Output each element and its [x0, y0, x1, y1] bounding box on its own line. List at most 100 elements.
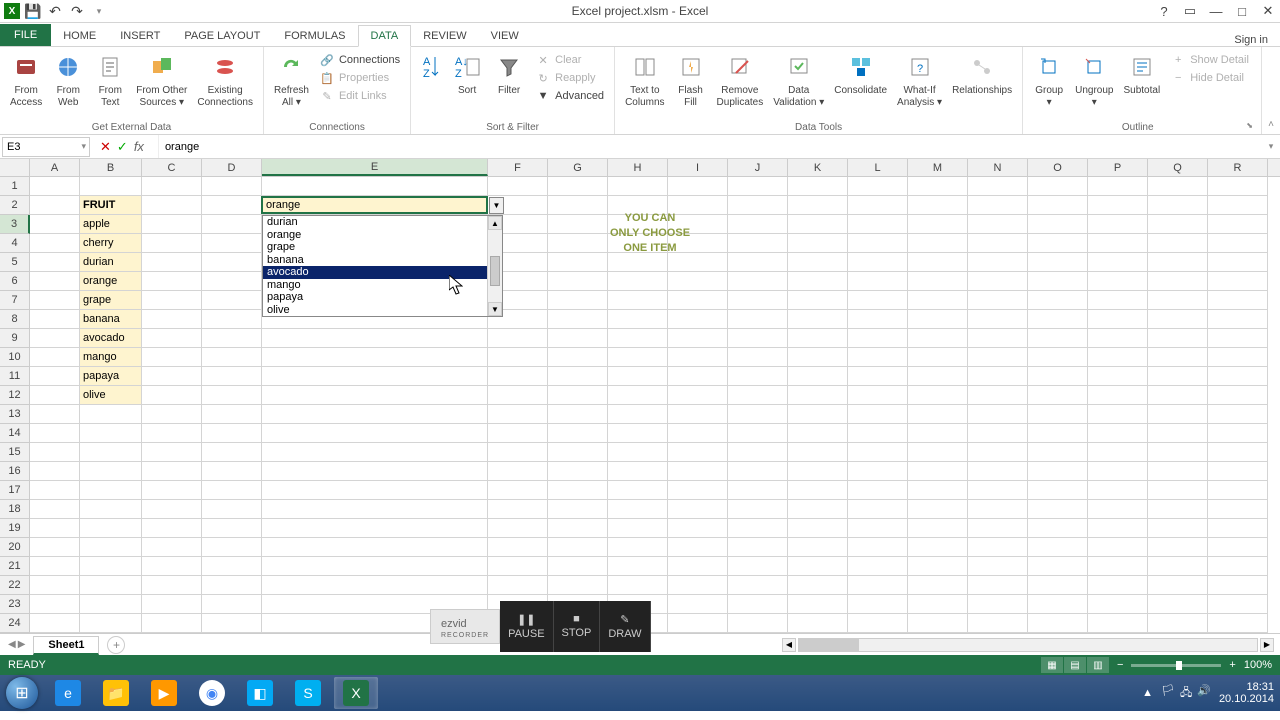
- cell-K8[interactable]: [788, 310, 848, 329]
- cell-R24[interactable]: [1208, 614, 1268, 633]
- cell-I20[interactable]: [668, 538, 728, 557]
- row-header-19[interactable]: 19: [0, 519, 30, 538]
- clock[interactable]: 18:3120.10.2014: [1219, 681, 1274, 705]
- col-header-H[interactable]: H: [608, 159, 668, 176]
- cell-Q24[interactable]: [1148, 614, 1208, 633]
- cell-F14[interactable]: [488, 424, 548, 443]
- zoom-out-icon[interactable]: −: [1117, 659, 1123, 671]
- cell-K19[interactable]: [788, 519, 848, 538]
- scroll-down-icon[interactable]: ▼: [488, 302, 502, 316]
- cell-N2[interactable]: [968, 196, 1028, 215]
- cell-K6[interactable]: [788, 272, 848, 291]
- cell-N9[interactable]: [968, 329, 1028, 348]
- cell-H5[interactable]: [608, 253, 668, 272]
- cell-L11[interactable]: [848, 367, 908, 386]
- cell-H13[interactable]: [608, 405, 668, 424]
- row-header-12[interactable]: 12: [0, 386, 30, 405]
- cell-E13[interactable]: [262, 405, 488, 424]
- cell-P13[interactable]: [1088, 405, 1148, 424]
- row-header-24[interactable]: 24: [0, 614, 30, 633]
- cell-R15[interactable]: [1208, 443, 1268, 462]
- cell-F1[interactable]: [488, 177, 548, 196]
- cell-D24[interactable]: [202, 614, 262, 633]
- taskbar-ie[interactable]: e: [46, 677, 90, 709]
- row-header-4[interactable]: 4: [0, 234, 30, 253]
- connections-button[interactable]: 🔗Connections: [315, 51, 404, 69]
- cell-P21[interactable]: [1088, 557, 1148, 576]
- cell-F17[interactable]: [488, 481, 548, 500]
- cell-J16[interactable]: [728, 462, 788, 481]
- taskbar-media[interactable]: ▶: [142, 677, 186, 709]
- cell-M5[interactable]: [908, 253, 968, 272]
- recorder-stop-button[interactable]: ■STOP: [554, 601, 601, 652]
- tab-view[interactable]: VIEW: [479, 26, 531, 46]
- cell-E11[interactable]: [262, 367, 488, 386]
- cell-D11[interactable]: [202, 367, 262, 386]
- row-header-10[interactable]: 10: [0, 348, 30, 367]
- cell-D6[interactable]: [202, 272, 262, 291]
- accept-icon[interactable]: ✓: [117, 139, 128, 155]
- cell-D17[interactable]: [202, 481, 262, 500]
- cell-K20[interactable]: [788, 538, 848, 557]
- cell-L24[interactable]: [848, 614, 908, 633]
- tray-expand-icon[interactable]: ▲: [1142, 687, 1153, 699]
- cell-O17[interactable]: [1028, 481, 1088, 500]
- cell-P7[interactable]: [1088, 291, 1148, 310]
- cell-O20[interactable]: [1028, 538, 1088, 557]
- row-header-1[interactable]: 1: [0, 177, 30, 196]
- cell-Q5[interactable]: [1148, 253, 1208, 272]
- cell-D18[interactable]: [202, 500, 262, 519]
- cell-I7[interactable]: [668, 291, 728, 310]
- cell-E1[interactable]: [262, 177, 488, 196]
- cell-D21[interactable]: [202, 557, 262, 576]
- col-header-O[interactable]: O: [1028, 159, 1088, 176]
- cell-C16[interactable]: [142, 462, 202, 481]
- dropdown-item-banana[interactable]: banana: [263, 254, 487, 267]
- row-header-6[interactable]: 6: [0, 272, 30, 291]
- start-button[interactable]: [0, 675, 44, 711]
- cell-R5[interactable]: [1208, 253, 1268, 272]
- dropdown-item-grape[interactable]: grape: [263, 241, 487, 254]
- minimize-icon[interactable]: ―: [1204, 1, 1228, 21]
- cell-P1[interactable]: [1088, 177, 1148, 196]
- col-header-K[interactable]: K: [788, 159, 848, 176]
- cell-N22[interactable]: [968, 576, 1028, 595]
- cell-M18[interactable]: [908, 500, 968, 519]
- cell-H18[interactable]: [608, 500, 668, 519]
- cell-O18[interactable]: [1028, 500, 1088, 519]
- cell-R23[interactable]: [1208, 595, 1268, 614]
- cell-C21[interactable]: [142, 557, 202, 576]
- cell-F12[interactable]: [488, 386, 548, 405]
- taskbar-skype[interactable]: S: [286, 677, 330, 709]
- cell-L23[interactable]: [848, 595, 908, 614]
- cell-R21[interactable]: [1208, 557, 1268, 576]
- cell-D7[interactable]: [202, 291, 262, 310]
- cell-L16[interactable]: [848, 462, 908, 481]
- cell-C13[interactable]: [142, 405, 202, 424]
- cell-Q4[interactable]: [1148, 234, 1208, 253]
- cell-D4[interactable]: [202, 234, 262, 253]
- cell-D9[interactable]: [202, 329, 262, 348]
- undo-icon[interactable]: ↶: [46, 2, 64, 20]
- cell-B6[interactable]: orange: [80, 272, 142, 291]
- cell-P4[interactable]: [1088, 234, 1148, 253]
- cell-B10[interactable]: mango: [80, 348, 142, 367]
- cell-R7[interactable]: [1208, 291, 1268, 310]
- cell-M9[interactable]: [908, 329, 968, 348]
- existing-connections-button[interactable]: Existing Connections: [193, 49, 257, 111]
- cell-D16[interactable]: [202, 462, 262, 481]
- cell-P22[interactable]: [1088, 576, 1148, 595]
- cell-O12[interactable]: [1028, 386, 1088, 405]
- cell-Q6[interactable]: [1148, 272, 1208, 291]
- cell-P11[interactable]: [1088, 367, 1148, 386]
- tab-insert[interactable]: INSERT: [108, 26, 172, 46]
- cell-G22[interactable]: [548, 576, 608, 595]
- row-header-18[interactable]: 18: [0, 500, 30, 519]
- cell-O8[interactable]: [1028, 310, 1088, 329]
- cell-B20[interactable]: [80, 538, 142, 557]
- hscroll-right-icon[interactable]: ▶: [1260, 638, 1274, 652]
- cell-B11[interactable]: papaya: [80, 367, 142, 386]
- cell-Q17[interactable]: [1148, 481, 1208, 500]
- cell-D14[interactable]: [202, 424, 262, 443]
- dropdown-item-mango[interactable]: mango: [263, 279, 487, 292]
